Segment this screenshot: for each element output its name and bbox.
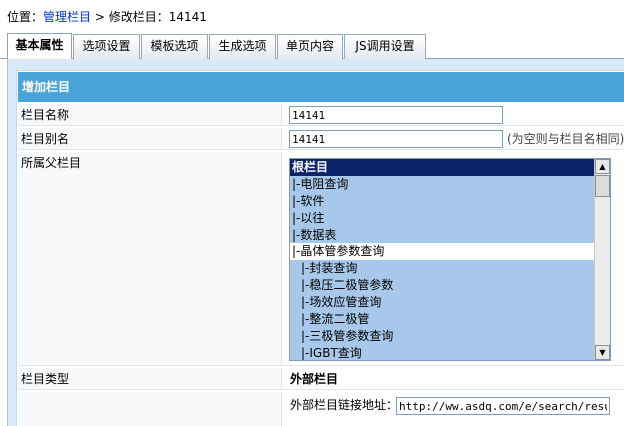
tab-option-settings[interactable]: 选项设置 (73, 34, 140, 59)
parent-column-label: 所属父栏目 (18, 152, 282, 365)
listbox-scrollbar[interactable]: ▲ ▼ (594, 159, 610, 360)
breadcrumb-current: 修改栏目：14141 (108, 10, 207, 24)
breadcrumb-separator: > (91, 10, 109, 24)
parent-column-option[interactable]: |-封装查询 (290, 260, 594, 278)
scroll-down-arrow-icon[interactable]: ▼ (595, 345, 610, 360)
scroll-thumb[interactable] (595, 175, 610, 197)
column-type-label: 栏目类型 (18, 368, 282, 389)
parent-column-option[interactable]: |-软件 (290, 192, 594, 210)
column-alias-hint: (为空则与栏目名相同) (507, 132, 624, 146)
parent-column-option[interactable]: |-电阻查询 (290, 175, 594, 193)
parent-column-options: 根栏目 |-电阻查询 |-软件 |-以往 |-数据表 |-晶体管参数查询 |-封装查询 |-稳… (290, 159, 594, 360)
parent-column-option[interactable]: 根栏目 (290, 159, 594, 176)
breadcrumb-link-manage-columns[interactable]: 管理栏目 (43, 10, 91, 24)
row-parent-column: 所属父栏目 根栏目 |-电阻查询 |-软件 |-以往 |-数据表 |-晶体管参数查询 |-封… (18, 152, 624, 366)
column-name-input[interactable] (289, 106, 503, 124)
parent-column-option[interactable]: |-稳压二极管参数 (290, 277, 594, 295)
external-link-label-cell (18, 392, 282, 426)
tab-generate-options[interactable]: 生成选项 (209, 34, 276, 59)
breadcrumb: 位置：管理栏目 > 修改栏目：14141 (7, 9, 207, 25)
column-name-cell (282, 104, 624, 125)
tab-template-options[interactable]: 模板选项 (141, 34, 208, 59)
column-alias-label: 栏目别名 (18, 128, 282, 149)
tab-single-page-content[interactable]: 单页内容 (277, 34, 343, 59)
breadcrumb-prefix: 位置： (7, 10, 44, 24)
column-alias-cell: (为空则与栏目名相同) (282, 128, 624, 149)
content-panel: 增加栏目 栏目名称 栏目别名 (为空则与栏目名相同) 所属父栏目 根栏目|-电阻… (7, 59, 624, 426)
tab-basic-properties[interactable]: 基本属性 (7, 33, 72, 60)
column-name-label: 栏目名称 (18, 104, 282, 125)
column-type-value: 外部栏目 (290, 372, 339, 386)
section-header: 增加栏目 (18, 72, 624, 102)
scroll-up-arrow-icon[interactable]: ▲ (595, 159, 610, 174)
parent-column-option[interactable]: |-晶体管参数查询 (290, 243, 594, 261)
column-alias-input[interactable] (289, 130, 503, 148)
row-column-alias: 栏目别名 (为空则与栏目名相同) (18, 128, 624, 150)
parent-column-listbox[interactable]: 根栏目 |-电阻查询 |-软件 |-以往 |-数据表 |-晶体管参数查询 |-封装查询 |-稳… (289, 158, 611, 361)
parent-column-option[interactable]: |-场效应管查询 (290, 294, 594, 312)
row-column-name: 栏目名称 (18, 104, 624, 126)
parent-column-option[interactable]: |-三极管参数查询 (290, 327, 594, 345)
external-link-label: 外部栏目链接地址： (290, 398, 399, 412)
parent-column-option[interactable]: |-以往 (290, 209, 594, 227)
column-type-cell: 外部栏目 (282, 368, 624, 389)
form-table: 增加栏目 栏目名称 栏目别名 (为空则与栏目名相同) 所属父栏目 根栏目|-电阻… (16, 70, 624, 426)
parent-column-cell: 根栏目 |-电阻查询 |-软件 |-以往 |-数据表 |-晶体管参数查询 |-封装查询 |-稳… (282, 152, 624, 365)
parent-column-option[interactable]: |-数据表 (290, 226, 594, 244)
parent-column-option[interactable]: |-整流二极管 (290, 311, 594, 328)
external-link-input[interactable] (396, 397, 610, 415)
row-external-link: 外部栏目链接地址： (18, 392, 624, 426)
external-link-cell: 外部栏目链接地址： (282, 392, 624, 426)
tab-js-call-settings[interactable]: JS调用设置 (344, 34, 426, 59)
parent-column-option[interactable]: |-IGBT查询 (290, 344, 594, 360)
tab-bar: 基本属性 选项设置 模板选项 生成选项 单页内容 JS调用设置 (0, 33, 624, 60)
row-column-type: 栏目类型 外部栏目 (18, 368, 624, 390)
